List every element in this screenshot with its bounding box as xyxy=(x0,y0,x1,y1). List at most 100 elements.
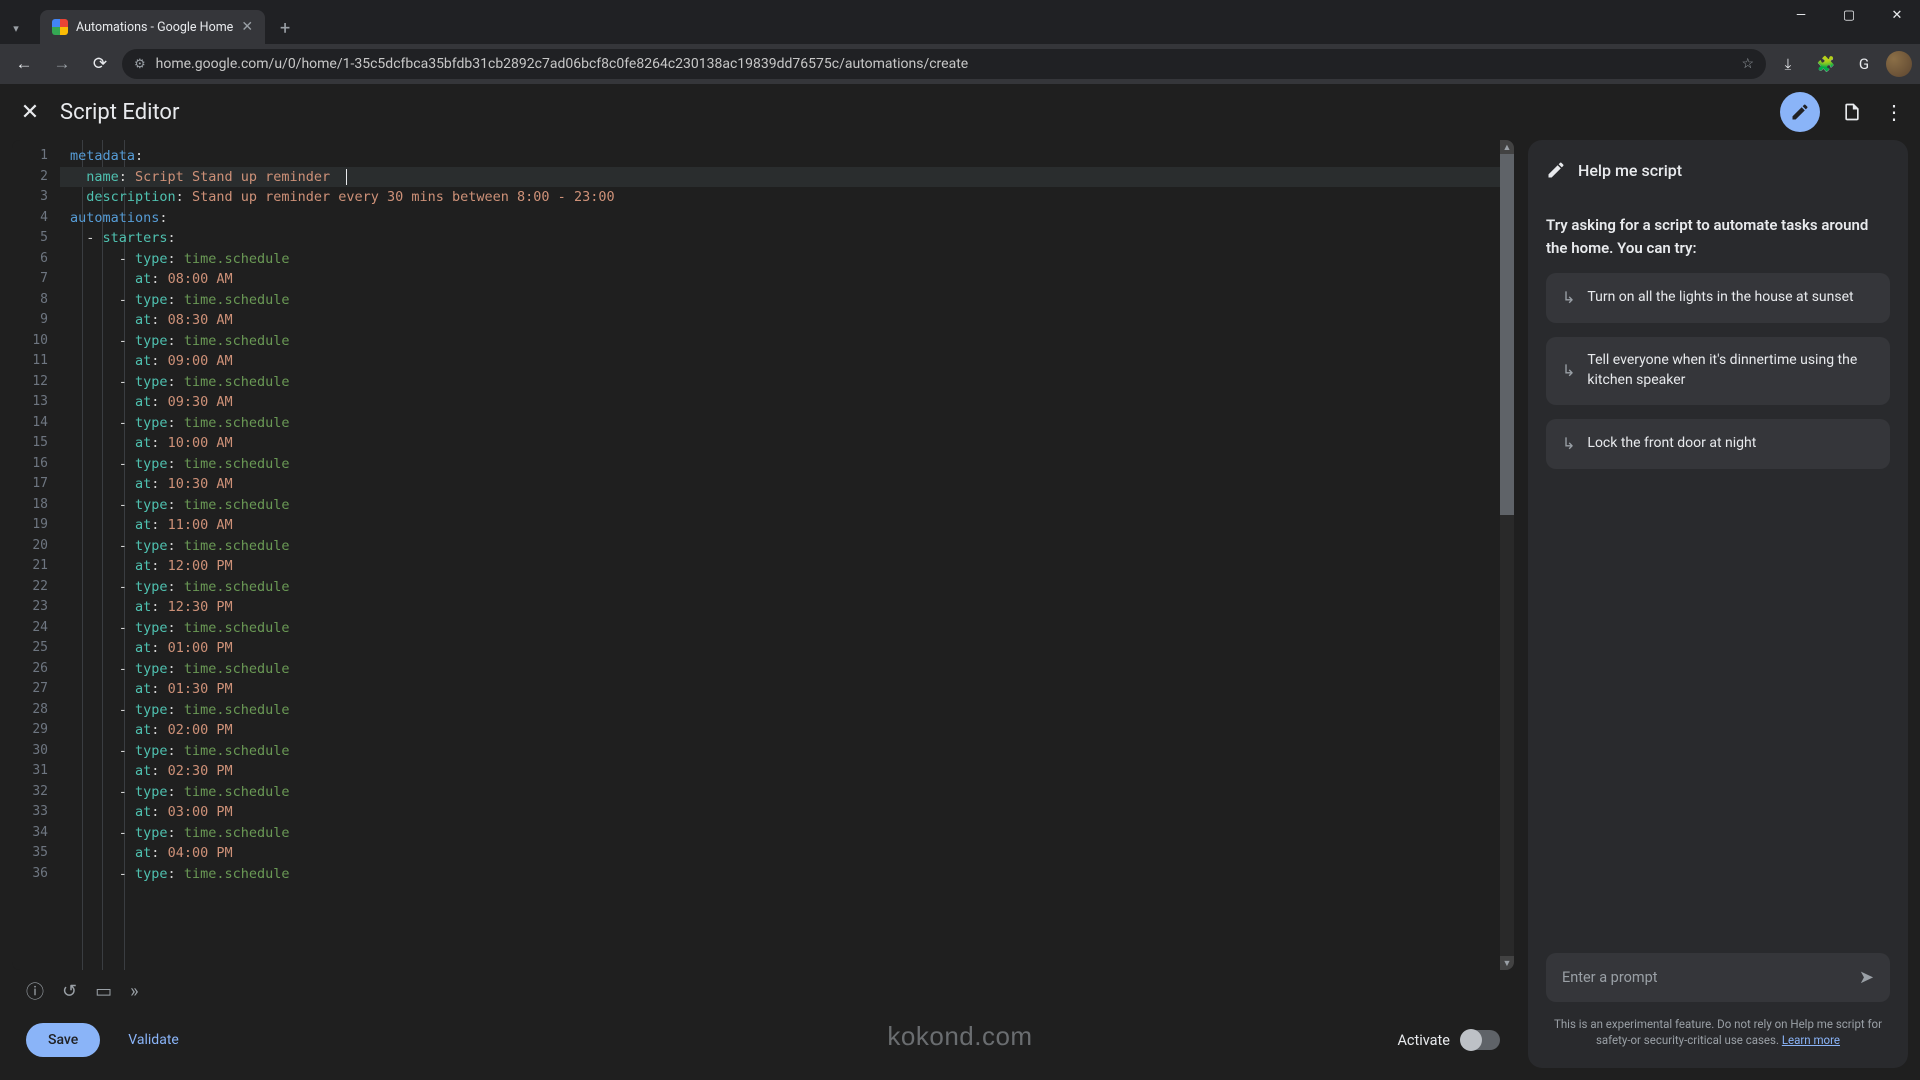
extensions-icon[interactable]: 🧩 xyxy=(1810,48,1842,80)
google-search-icon[interactable]: G xyxy=(1848,48,1880,80)
editor-bottom-toolbar: ⓘ ↺ ▭ » xyxy=(12,970,1514,1012)
code-line[interactable]: - starters: xyxy=(60,228,1514,249)
suggestion-text: Tell everyone when it's dinnertime using… xyxy=(1587,351,1874,390)
code-line[interactable]: - type: time.schedule xyxy=(60,495,1514,516)
ai-assist-button[interactable] xyxy=(1780,92,1820,132)
prompt-input[interactable]: Enter a prompt ➤ xyxy=(1546,953,1890,1002)
vertical-scrollbar[interactable]: ▲ ▼ xyxy=(1500,140,1514,970)
code-line[interactable]: at: 04:00 PM xyxy=(60,843,1514,864)
reply-arrow-icon: ↳ xyxy=(1562,287,1575,309)
site-settings-icon[interactable]: ⚙ xyxy=(134,57,146,72)
browser-tab-strip: ▾ Automations - Google Home ✕ + — ▢ ✕ xyxy=(0,0,1920,44)
tab-close-icon[interactable]: ✕ xyxy=(241,19,253,35)
scroll-down-icon[interactable]: ▼ xyxy=(1500,956,1514,970)
prompt-placeholder: Enter a prompt xyxy=(1562,969,1657,986)
app-header: ✕ Script Editor ⋮ xyxy=(0,84,1920,140)
code-line[interactable]: - type: time.schedule xyxy=(60,864,1514,885)
reply-arrow-icon: ↳ xyxy=(1562,360,1575,382)
code-line[interactable]: at: 02:00 PM xyxy=(60,720,1514,741)
code-line[interactable]: at: 01:30 PM xyxy=(60,679,1514,700)
code-line[interactable]: - type: time.schedule xyxy=(60,249,1514,270)
browser-tab[interactable]: Automations - Google Home ✕ xyxy=(40,10,265,44)
close-editor-icon[interactable]: ✕ xyxy=(16,100,44,125)
window-maximize-icon[interactable]: ▢ xyxy=(1826,0,1872,30)
window-close-icon[interactable]: ✕ xyxy=(1874,0,1920,30)
code-line[interactable]: at: 11:00 AM xyxy=(60,515,1514,536)
sparkle-pen-icon xyxy=(1790,102,1810,122)
url-text: home.google.com/u/0/home/1-35c5dcfbca35b… xyxy=(156,56,969,72)
nav-reload-icon[interactable]: ⟳ xyxy=(84,48,116,80)
code-line[interactable]: automations: xyxy=(60,208,1514,229)
reply-arrow-icon: ↳ xyxy=(1562,433,1575,455)
code-line[interactable]: - type: time.schedule xyxy=(60,700,1514,721)
profile-avatar[interactable] xyxy=(1886,51,1912,77)
browser-toolbar: ← → ⟳ ⚙ home.google.com/u/0/home/1-35c5d… xyxy=(0,44,1920,84)
code-line[interactable]: name: Script Stand up reminder xyxy=(60,167,1514,188)
send-icon[interactable]: ➤ xyxy=(1859,967,1874,988)
nav-back-icon[interactable]: ← xyxy=(8,48,40,80)
tab-title: Automations - Google Home xyxy=(76,20,233,35)
code-line[interactable]: metadata: xyxy=(60,146,1514,167)
help-me-script-panel: Help me script Try asking for a script t… xyxy=(1528,140,1908,1068)
terminal-icon[interactable]: ▭ xyxy=(95,981,112,1002)
document-icon xyxy=(1842,102,1862,122)
suggestion-item[interactable]: ↳ Turn on all the lights in the house at… xyxy=(1546,273,1890,323)
activate-label: Activate xyxy=(1397,1032,1450,1049)
tab-favicon-icon xyxy=(52,19,68,35)
nav-forward-icon[interactable]: → xyxy=(46,48,78,80)
suggestion-item[interactable]: ↳ Tell everyone when it's dinnertime usi… xyxy=(1546,337,1890,404)
scroll-thumb[interactable] xyxy=(1500,154,1514,515)
document-button[interactable] xyxy=(1832,92,1872,132)
history-icon[interactable]: ↺ xyxy=(62,981,77,1002)
sparkle-pen-icon xyxy=(1546,160,1566,180)
bookmark-star-icon[interactable]: ☆ xyxy=(1741,56,1754,72)
window-minimize-icon[interactable]: — xyxy=(1778,0,1824,30)
code-line[interactable]: - type: time.schedule xyxy=(60,618,1514,639)
expand-more-icon[interactable]: » xyxy=(130,981,138,1002)
code-line[interactable]: - type: time.schedule xyxy=(60,782,1514,803)
suggestion-text: Turn on all the lights in the house at s… xyxy=(1587,288,1853,308)
scroll-up-icon[interactable]: ▲ xyxy=(1500,140,1514,154)
code-line[interactable]: at: 09:00 AM xyxy=(60,351,1514,372)
panel-intro: Try asking for a script to automate task… xyxy=(1546,214,1890,259)
panel-title: Help me script xyxy=(1578,161,1682,180)
tabs-dropdown-icon[interactable]: ▾ xyxy=(2,14,30,42)
code-line[interactable]: at: 03:00 PM xyxy=(60,802,1514,823)
editor-footer: Save Validate Activate xyxy=(12,1012,1514,1068)
suggestion-item[interactable]: ↳ Lock the front door at night xyxy=(1546,419,1890,469)
code-line[interactable]: at: 01:00 PM xyxy=(60,638,1514,659)
code-line[interactable]: - type: time.schedule xyxy=(60,413,1514,434)
line-gutter: 1234567891011121314151617181920212223242… xyxy=(12,140,60,970)
code-line[interactable]: - type: time.schedule xyxy=(60,823,1514,844)
code-line[interactable]: - type: time.schedule xyxy=(60,659,1514,680)
page-title: Script Editor xyxy=(60,100,179,125)
code-line[interactable]: at: 09:30 AM xyxy=(60,392,1514,413)
code-line[interactable]: at: 12:30 PM xyxy=(60,597,1514,618)
code-line[interactable]: description: Stand up reminder every 30 … xyxy=(60,187,1514,208)
code-line[interactable]: - type: time.schedule xyxy=(60,741,1514,762)
code-line[interactable]: - type: time.schedule xyxy=(60,372,1514,393)
code-line[interactable]: at: 08:30 AM xyxy=(60,310,1514,331)
save-button[interactable]: Save xyxy=(26,1023,100,1057)
code-line[interactable]: at: 08:00 AM xyxy=(60,269,1514,290)
code-editor[interactable]: 1234567891011121314151617181920212223242… xyxy=(12,140,1514,970)
code-line[interactable]: - type: time.schedule xyxy=(60,454,1514,475)
validate-button[interactable]: Validate xyxy=(118,1023,189,1057)
more-menu-icon[interactable]: ⋮ xyxy=(1884,100,1904,124)
learn-more-link[interactable]: Learn more xyxy=(1782,1033,1840,1047)
code-line[interactable]: at: 10:30 AM xyxy=(60,474,1514,495)
code-line[interactable]: at: 02:30 PM xyxy=(60,761,1514,782)
code-line[interactable]: at: 10:00 AM xyxy=(60,433,1514,454)
code-line[interactable]: - type: time.schedule xyxy=(60,290,1514,311)
new-tab-button[interactable]: + xyxy=(271,14,299,42)
address-bar[interactable]: ⚙ home.google.com/u/0/home/1-35c5dcfbca3… xyxy=(122,49,1766,79)
code-line[interactable]: at: 12:00 PM xyxy=(60,556,1514,577)
download-icon[interactable]: ⤓ xyxy=(1772,48,1804,80)
code-line[interactable]: - type: time.schedule xyxy=(60,331,1514,352)
problems-icon[interactable]: ⓘ xyxy=(26,978,44,1004)
suggestion-text: Lock the front door at night xyxy=(1587,434,1756,454)
activate-toggle[interactable] xyxy=(1462,1030,1500,1050)
code-line[interactable]: - type: time.schedule xyxy=(60,536,1514,557)
code-body[interactable]: metadata: name: Script Stand up reminder… xyxy=(60,140,1514,970)
code-line[interactable]: - type: time.schedule xyxy=(60,577,1514,598)
